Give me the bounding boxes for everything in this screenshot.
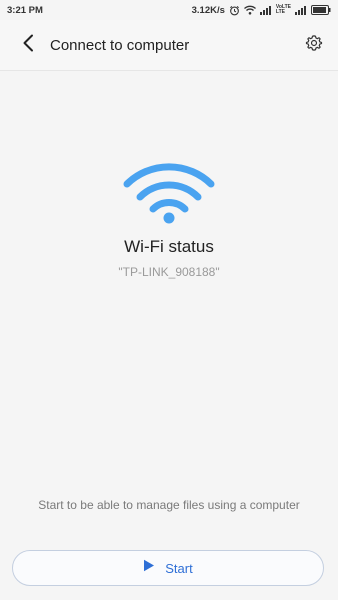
battery-icon	[311, 5, 331, 15]
chevron-left-icon	[22, 34, 34, 57]
volte-indicator: VoLTE LTE	[276, 5, 291, 15]
signal-icon	[259, 5, 272, 15]
settings-button[interactable]	[302, 33, 326, 57]
wifi-status-title: Wi-Fi status	[124, 237, 214, 256]
network-speed: 3.12K/s	[191, 4, 225, 16]
wifi-status-panel: Wi-Fi status "TP-LINK_908188"	[0, 160, 338, 279]
status-bar: 3:21 PM 3.12K/s VoLTE LTE	[0, 0, 338, 20]
back-button[interactable]	[6, 20, 50, 70]
signal-icon-2	[295, 5, 307, 15]
wifi-ssid: "TP-LINK_908188"	[118, 265, 220, 279]
screen: 3:21 PM 3.12K/s VoLTE LTE Connect to com…	[0, 0, 338, 600]
lte-label: LTE	[275, 9, 285, 15]
wifi-icon	[123, 160, 215, 229]
instruction-text: Start to be able to manage files using a…	[38, 498, 300, 512]
wifi-status-icon	[243, 5, 256, 15]
start-button-label: Start	[165, 560, 193, 576]
status-indicators: 3.12K/s VoLTE LTE	[192, 5, 331, 16]
alarm-icon	[229, 5, 240, 16]
start-button[interactable]: Start	[12, 550, 324, 586]
page-title: Connect to computer	[50, 36, 190, 54]
play-icon	[143, 559, 155, 577]
status-time: 3:21 PM	[7, 4, 43, 16]
gear-icon	[305, 34, 323, 57]
title-bar: Connect to computer	[0, 20, 338, 71]
